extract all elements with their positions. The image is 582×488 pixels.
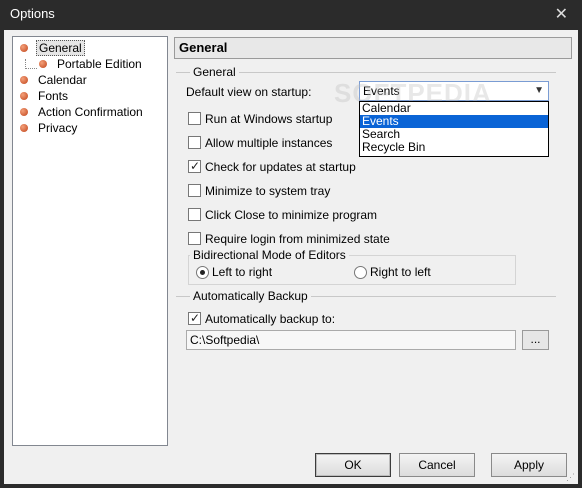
resize-grip-icon[interactable]: ⋰ xyxy=(566,472,576,482)
checkbox-label: Allow multiple instances xyxy=(205,135,333,150)
radio-label: Right to left xyxy=(370,265,431,279)
bullet-icon xyxy=(20,91,28,100)
default-view-value: Events xyxy=(363,84,400,98)
tree-item-fonts[interactable]: Fonts xyxy=(20,87,70,103)
minimize-to-tray-checkbox[interactable]: Minimize to system tray xyxy=(188,183,330,199)
checkbox-box[interactable] xyxy=(188,136,201,150)
right-to-left-radio[interactable]: Right to left xyxy=(354,265,431,281)
checkbox-box[interactable] xyxy=(188,311,201,326)
check-updates-checkbox[interactable]: Check for updates at startup xyxy=(188,159,356,175)
bullet-icon xyxy=(20,75,28,84)
radio-dot[interactable] xyxy=(354,266,367,280)
bullet-icon xyxy=(20,43,28,52)
tree-item-label: Action Confirmation xyxy=(38,104,143,119)
tree-item-portable-edition[interactable]: Portable Edition xyxy=(39,55,144,71)
tree-item-privacy[interactable]: Privacy xyxy=(20,119,79,135)
window-title: Options xyxy=(10,6,55,21)
tree-item-label: General xyxy=(36,39,85,56)
apply-button[interactable]: Apply xyxy=(491,453,567,477)
bullet-icon xyxy=(39,59,47,68)
dropdown-option-recycle-bin[interactable]: Recycle Bin xyxy=(360,141,548,154)
tree-item-label: Portable Edition xyxy=(57,56,142,71)
cancel-button[interactable]: Cancel xyxy=(399,453,475,477)
default-view-select[interactable]: Events ▼ xyxy=(359,81,549,101)
backup-path-field[interactable]: C:\Softpedia\ xyxy=(186,330,516,350)
tree-item-general[interactable]: General xyxy=(20,39,85,56)
title-bar: Options ✕ xyxy=(0,0,582,30)
backup-group-label: Automatically Backup xyxy=(190,289,311,303)
tree-connector xyxy=(25,68,37,69)
tree-item-calendar[interactable]: Calendar xyxy=(20,71,89,87)
close-icon[interactable]: ✕ xyxy=(555,4,568,24)
require-login-checkbox[interactable]: Require login from minimized state xyxy=(188,231,390,247)
checkbox-box[interactable] xyxy=(188,159,201,174)
browse-button[interactable]: ... xyxy=(522,330,549,350)
radio-dot[interactable] xyxy=(196,266,209,280)
checkbox-label: Automatically backup to: xyxy=(205,311,336,326)
left-to-right-radio[interactable]: Left to right xyxy=(196,265,272,281)
bullet-icon xyxy=(20,123,28,132)
radio-label: Left to right xyxy=(212,265,273,279)
default-view-label: Default view on startup: xyxy=(186,85,312,99)
checkbox-box[interactable] xyxy=(188,184,201,198)
checkbox-label: Click Close to minimize program xyxy=(205,207,378,222)
auto-backup-checkbox[interactable]: Automatically backup to: xyxy=(188,311,335,327)
chevron-down-icon[interactable]: ▼ xyxy=(534,82,544,100)
panel-header: General xyxy=(174,37,572,59)
checkbox-box[interactable] xyxy=(188,112,201,126)
run-at-startup-checkbox[interactable]: Run at Windows startup xyxy=(188,111,332,127)
checkbox-label: Run at Windows startup xyxy=(205,111,333,126)
general-group-label: General xyxy=(190,65,239,79)
options-tree: General Portable Edition Calendar Fonts … xyxy=(12,36,168,446)
click-close-minimize-checkbox[interactable]: Click Close to minimize program xyxy=(188,207,377,223)
tree-item-action-confirmation[interactable]: Action Confirmation xyxy=(20,103,145,119)
tree-item-label: Fonts xyxy=(38,88,69,103)
tree-item-label: Calendar xyxy=(38,72,87,87)
default-view-dropdown: Calendar Events Search Recycle Bin xyxy=(359,101,549,157)
checkbox-label: Minimize to system tray xyxy=(205,183,331,198)
options-dialog: General Portable Edition Calendar Fonts … xyxy=(4,30,578,484)
bidi-group-label: Bidirectional Mode of Editors xyxy=(190,248,349,262)
bullet-icon xyxy=(20,107,28,116)
checkbox-label: Require login from minimized state xyxy=(205,231,390,246)
allow-multiple-instances-checkbox[interactable]: Allow multiple instances xyxy=(188,135,332,151)
checkbox-box[interactable] xyxy=(188,232,201,246)
ok-button[interactable]: OK xyxy=(315,453,391,477)
checkbox-box[interactable] xyxy=(188,208,201,222)
checkbox-label: Check for updates at startup xyxy=(205,159,356,174)
tree-item-label: Privacy xyxy=(38,120,78,135)
